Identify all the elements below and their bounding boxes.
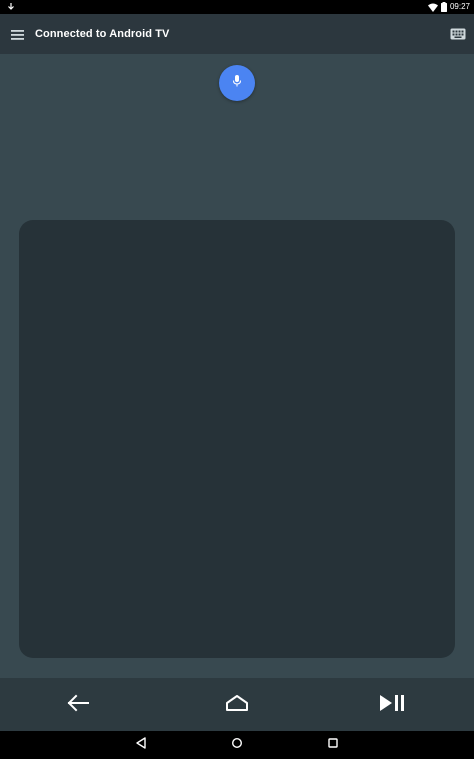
home-button[interactable] [223,691,251,719]
nav-home-icon [231,736,243,754]
nav-back-button[interactable] [134,736,148,754]
play-pause-button[interactable] [380,691,408,719]
menu-icon[interactable] [11,28,25,40]
app-toolbar: Connected to Android TV [0,14,474,54]
status-bar: 09:27 [0,0,474,14]
nav-home-button[interactable] [230,736,244,754]
nav-recents-button[interactable] [326,738,340,752]
back-button[interactable] [64,691,92,719]
voice-search-button[interactable] [219,65,255,101]
arrow-back-icon [67,694,89,717]
mic-icon [231,74,243,93]
touchpad-area[interactable] [19,220,455,658]
remote-controls-bar [0,678,474,731]
status-icons: 09:27 [427,1,470,13]
keyboard-icon[interactable] [450,27,466,41]
nav-back-icon [135,736,147,754]
wifi-icon [427,3,438,12]
home-icon [224,694,250,717]
toolbar-title: Connected to Android TV [35,28,170,40]
battery-icon [440,2,447,12]
play-pause-icon [379,694,409,717]
status-time: 09:27 [449,2,470,11]
download-icon [6,2,16,12]
system-nav-bar [0,731,474,759]
nav-recents-icon [327,736,339,754]
